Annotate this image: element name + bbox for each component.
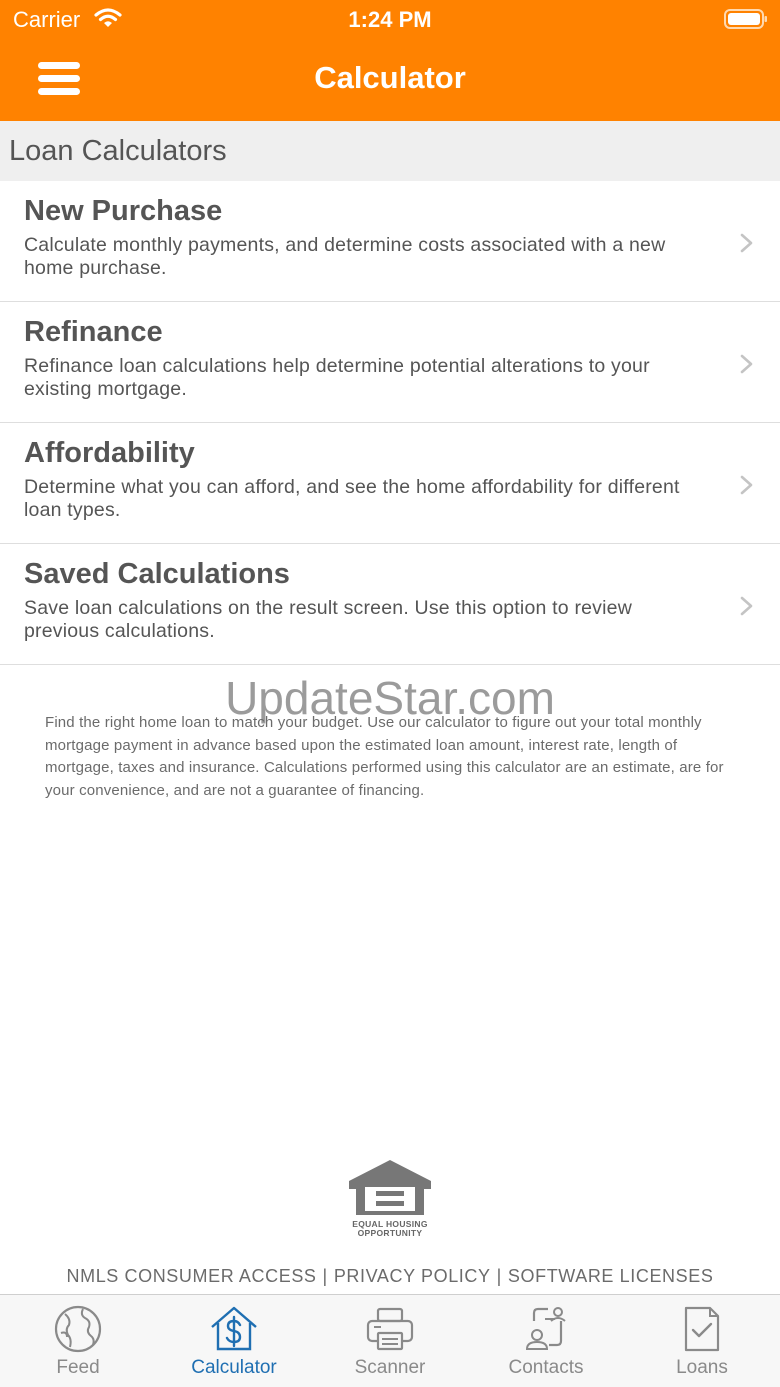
tab-scanner[interactable]: Scanner <box>312 1295 468 1387</box>
item-description: Refinance loan calculations help determi… <box>24 355 650 400</box>
list-item-saved-calculations[interactable]: Saved Calculations Save loan calculation… <box>0 544 780 665</box>
item-title: Saved Calculations <box>24 558 290 590</box>
status-time: 1:24 PM <box>348 7 432 32</box>
footer-separator: | <box>322 1266 328 1286</box>
list-item-refinance[interactable]: Refinance Refinance loan calculations he… <box>0 302 780 423</box>
printer-icon <box>366 1307 414 1351</box>
disclaimer-text: Find the right home loan to match your b… <box>45 714 724 800</box>
chevron-right-icon <box>740 475 753 495</box>
chevron-right-icon <box>740 354 753 374</box>
chevron-right-icon <box>740 233 753 253</box>
tab-label: Feed <box>56 1357 100 1378</box>
document-check-icon <box>684 1306 720 1352</box>
footer-links: NMLS CONSUMER ACCESS | PRIVACY POLICY | SOFT… <box>0 1266 780 1287</box>
tab-label: Scanner <box>354 1357 426 1378</box>
tab-feed[interactable]: Feed <box>0 1295 156 1387</box>
tab-calculator[interactable]: Calculator <box>156 1295 312 1387</box>
nmls-consumer-access-link[interactable]: NMLS CONSUMER ACCESS <box>67 1266 317 1286</box>
chevron-right-icon <box>740 596 753 616</box>
list-item-new-purchase[interactable]: New Purchase Calculate monthly payments,… <box>0 181 780 302</box>
privacy-policy-link[interactable]: PRIVACY POLICY <box>334 1266 491 1286</box>
globe-icon <box>54 1305 102 1353</box>
status-bar: Carrier 1:24 PM <box>0 0 780 40</box>
tab-label: Calculator <box>191 1357 277 1378</box>
contact-card-icon <box>525 1307 566 1350</box>
navigation-bar: Calculator <box>0 40 780 121</box>
tab-label: Contacts <box>508 1357 584 1378</box>
calculator-list: New Purchase Calculate monthly payments,… <box>0 181 780 665</box>
item-title: Affordability <box>24 437 195 469</box>
section-title: Loan Calculators <box>9 135 227 167</box>
house-dollar-icon <box>211 1306 257 1351</box>
item-description: Calculate monthly payments, and determin… <box>24 234 666 279</box>
item-title: New Purchase <box>24 195 223 227</box>
tab-contacts[interactable]: Contacts <box>468 1295 624 1387</box>
tab-bar: Feed Calculator Scanner Contacts Loans <box>0 1294 780 1387</box>
list-item-affordability[interactable]: Affordability Determine what you can aff… <box>0 423 780 544</box>
app-header: Carrier 1:24 PM Calculator <box>0 0 780 121</box>
tab-label: Loans <box>676 1357 728 1378</box>
eho-label-line2: OPPORTUNITY <box>357 1228 423 1238</box>
tab-loans[interactable]: Loans <box>624 1295 780 1387</box>
item-title: Refinance <box>24 316 163 348</box>
battery-icon <box>724 9 767 29</box>
item-description: Save loan calculations on the result scr… <box>24 597 632 642</box>
section-header: Loan Calculators <box>0 121 780 181</box>
page-title: Calculator <box>314 60 466 95</box>
item-description: Determine what you can afford, and see t… <box>24 476 680 521</box>
footer-separator: | <box>496 1266 502 1286</box>
software-licenses-link[interactable]: SOFTWARE LICENSES <box>508 1266 714 1286</box>
